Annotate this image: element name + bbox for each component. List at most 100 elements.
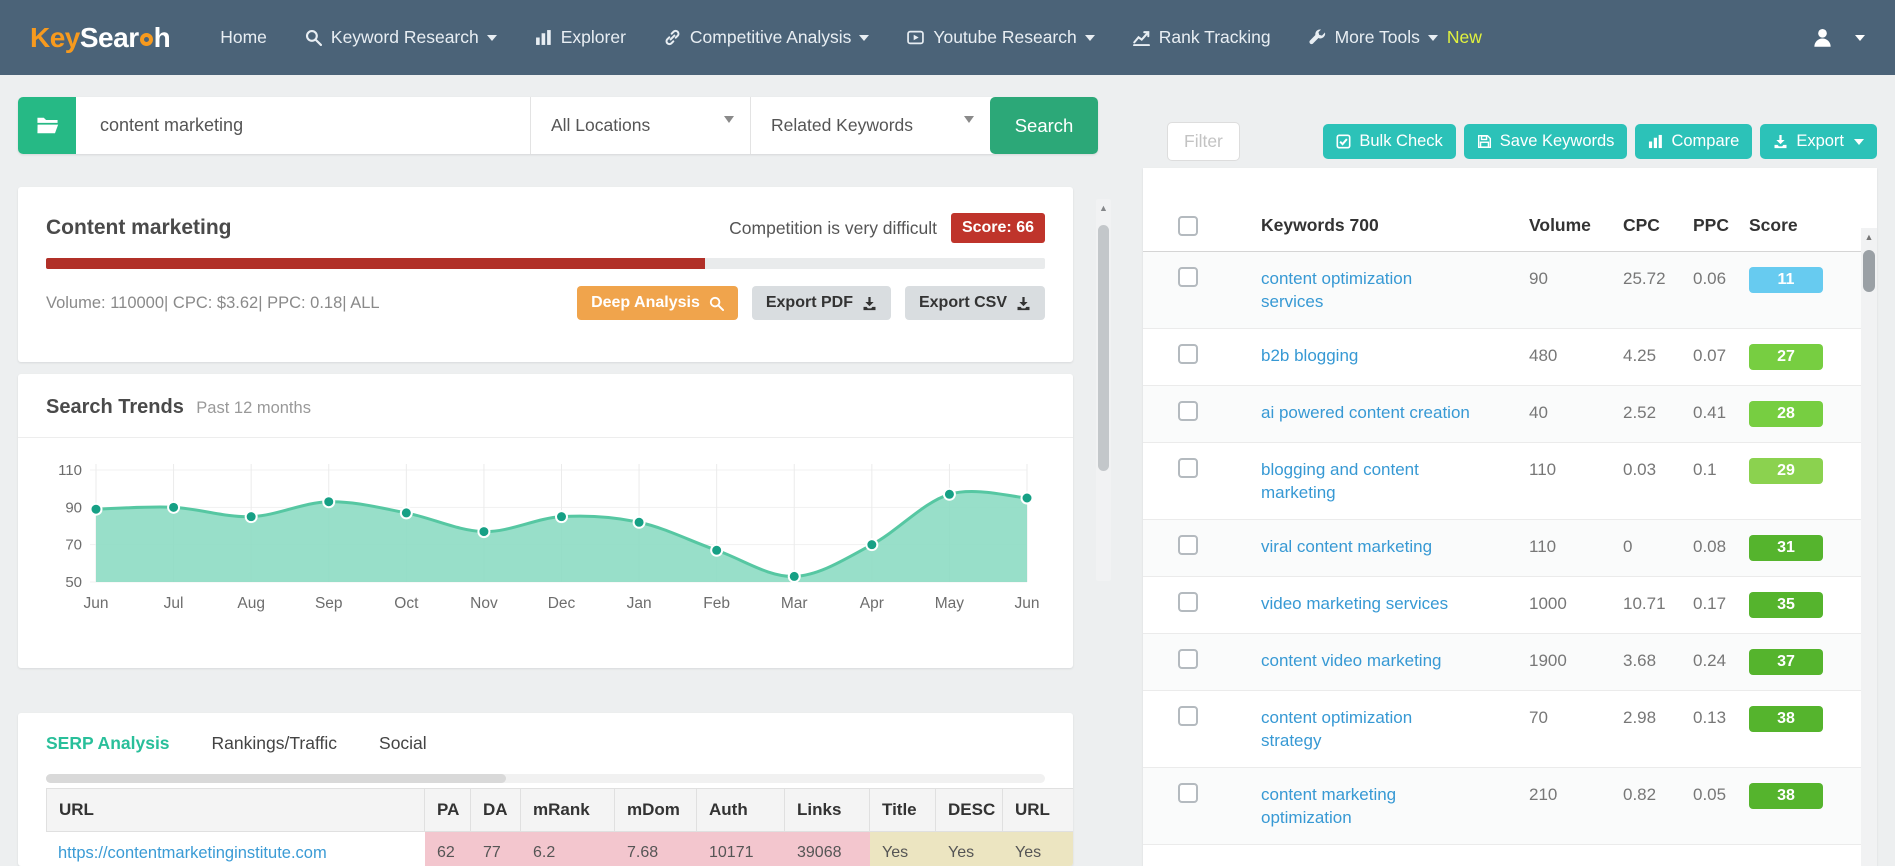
keyword-ppc: 0.05 (1693, 785, 1727, 804)
keyword-ppc: 0.13 (1693, 708, 1727, 727)
keyword-score-badge: 31 (1749, 535, 1823, 561)
caret-down-icon (724, 116, 734, 123)
scroll-up-icon[interactable]: ▲ (1861, 228, 1877, 246)
keyword-stats: Volume: 110000| CPC: $3.62| PPC: 0.18| A… (46, 293, 380, 312)
compare-button[interactable]: Compare (1635, 124, 1753, 159)
keyword-checkbox[interactable] (1178, 344, 1198, 364)
keyword-link[interactable]: video marketing services (1261, 592, 1473, 615)
account-menu[interactable] (1812, 27, 1865, 48)
keyword-type-select[interactable]: Related Keywords (750, 97, 990, 154)
nav-item-more-tools[interactable]: More Tools New (1309, 27, 1482, 48)
logo-text-key: Key (30, 21, 80, 53)
keyword-checkbox[interactable] (1178, 783, 1198, 803)
keyword-link[interactable]: ai powered content creation (1261, 401, 1473, 424)
keyword-checkbox[interactable] (1178, 267, 1198, 287)
score-column-header: Score (1749, 215, 1798, 235)
keyword-checkbox[interactable] (1178, 535, 1198, 555)
serp-metric-cell: 7.68 (615, 832, 697, 866)
export-csv-button[interactable]: Export CSV (904, 286, 1045, 320)
serp-url-cell: https://contentmarketinginstitute.com (46, 832, 425, 866)
location-select[interactable]: All Locations (530, 97, 750, 154)
keyword-volume: 1000 (1529, 594, 1567, 613)
serp-column-header[interactable]: Links (785, 788, 870, 832)
keyword-link[interactable]: viral content marketing (1261, 535, 1473, 558)
serp-column-header[interactable]: PA (425, 788, 471, 832)
logo[interactable]: Key Sear h (30, 21, 171, 54)
nav-item-competitive-analysis[interactable]: Competitive Analysis (664, 27, 870, 48)
nav-item-explorer[interactable]: Explorer (535, 27, 626, 48)
bulk-check-button[interactable]: Bulk Check (1323, 124, 1456, 159)
search-button[interactable]: Search (990, 97, 1098, 154)
serp-table-row: https://contentmarketinginstitute.com 62 7… (46, 832, 1073, 866)
youtube-icon (907, 29, 925, 46)
serp-horizontal-scrollbar[interactable] (46, 774, 1045, 783)
caret-down-icon (859, 34, 870, 41)
serp-column-header[interactable]: DA (471, 788, 521, 832)
select-all-checkbox[interactable] (1178, 215, 1198, 236)
serp-column-header[interactable]: URL (46, 788, 425, 832)
serp-column-header[interactable]: Title (870, 788, 936, 832)
keyword-score-badge: 38 (1749, 783, 1823, 809)
keyword-link[interactable]: content optimization strategy (1261, 706, 1473, 752)
keyword-link[interactable]: content marketing optimization (1261, 783, 1473, 829)
keyword-volume: 110 (1529, 460, 1557, 479)
nav-item-keyword-research[interactable]: Keyword Research (305, 27, 497, 48)
keyword-checkbox[interactable] (1178, 401, 1198, 421)
deep-analysis-button[interactable]: Deep Analysis (577, 286, 738, 320)
wrench-icon (1309, 29, 1326, 46)
keyword-checkbox[interactable] (1178, 458, 1198, 478)
svg-text:Jun: Jun (84, 595, 109, 612)
keyword-checkbox[interactable] (1178, 592, 1198, 612)
bulk-check-label: Bulk Check (1359, 132, 1443, 150)
difficulty-progress-bar (46, 258, 1045, 269)
nav-item-rank-tracking[interactable]: Rank Tracking (1132, 27, 1271, 48)
logo-ring-icon (139, 33, 153, 46)
keywords-scrollbar[interactable]: ▲ (1861, 228, 1877, 866)
tab-rankings-traffic[interactable]: Rankings/Traffic (212, 733, 337, 754)
keywords-results-panel: Keywords 700 Volume CPC PPC Score conten… (1143, 168, 1877, 866)
serp-metric-cell: Yes (936, 832, 1003, 866)
svg-text:May: May (935, 595, 965, 612)
check-square-icon (1336, 134, 1351, 149)
serp-column-header[interactable]: mDom (615, 788, 697, 832)
keywords-scrollbar-thumb[interactable] (1863, 250, 1875, 292)
serp-column-header[interactable]: DESC (936, 788, 1003, 832)
tab-social[interactable]: Social (379, 733, 427, 754)
keyword-link[interactable]: b2b blogging (1261, 344, 1473, 367)
tab-serp-analysis[interactable]: SERP Analysis (46, 733, 170, 754)
keyword-checkbox[interactable] (1178, 649, 1198, 669)
saved-lists-button[interactable] (18, 97, 76, 154)
serp-metric-cell: 6.2 (521, 832, 615, 866)
serp-url-link[interactable]: https://contentmarketinginstitute.com (58, 844, 327, 862)
export-pdf-button[interactable]: Export PDF (751, 286, 891, 320)
serp-column-header[interactable]: URL (1003, 788, 1073, 832)
keyword-row: content optimization services 90 25.72 0.06… (1143, 252, 1877, 329)
keyword-score-badge: 38 (1749, 706, 1823, 732)
serp-horizontal-scrollbar-thumb[interactable] (46, 774, 506, 783)
serp-column-header[interactable]: mRank (521, 788, 615, 832)
keyword-ppc: 0.17 (1693, 594, 1727, 613)
competition-text: Competition is very difficult (729, 217, 937, 238)
serp-table-header-row: URL PA DA mRank mDom Auth Links Title DESC URL (46, 788, 1073, 832)
keyword-link[interactable]: content video marketing (1261, 649, 1473, 672)
save-keywords-button[interactable]: Save Keywords (1463, 124, 1628, 159)
scroll-up-icon[interactable]: ▲ (1096, 199, 1111, 217)
keyword-checkbox[interactable] (1178, 706, 1198, 726)
keyword-cpc: 2.52 (1623, 403, 1657, 422)
keyword-link[interactable]: content optimization services (1261, 267, 1473, 313)
left-scrollbar-thumb[interactable] (1098, 225, 1109, 471)
bar-chart-icon (1648, 134, 1663, 149)
keyword-row: b2b blogging 480 4.25 0.07 27 (1143, 329, 1877, 386)
keyword-link[interactable]: blogging and content marketing (1261, 458, 1473, 504)
search-input[interactable] (76, 97, 530, 154)
nav-item-youtube-research[interactable]: Youtube Research (907, 27, 1095, 48)
filter-button[interactable]: Filter (1167, 122, 1240, 161)
keyword-ppc: 0.1 (1693, 460, 1717, 479)
location-select-value: All Locations (551, 115, 651, 135)
nav-item-home[interactable]: Home (220, 27, 267, 48)
left-scrollbar[interactable]: ▲ (1096, 199, 1111, 581)
keyword-score-badge: 35 (1749, 592, 1823, 618)
serp-column-header[interactable]: Auth (697, 788, 785, 832)
export-button[interactable]: Export (1760, 124, 1877, 159)
export-pdf-label: Export PDF (765, 294, 853, 311)
